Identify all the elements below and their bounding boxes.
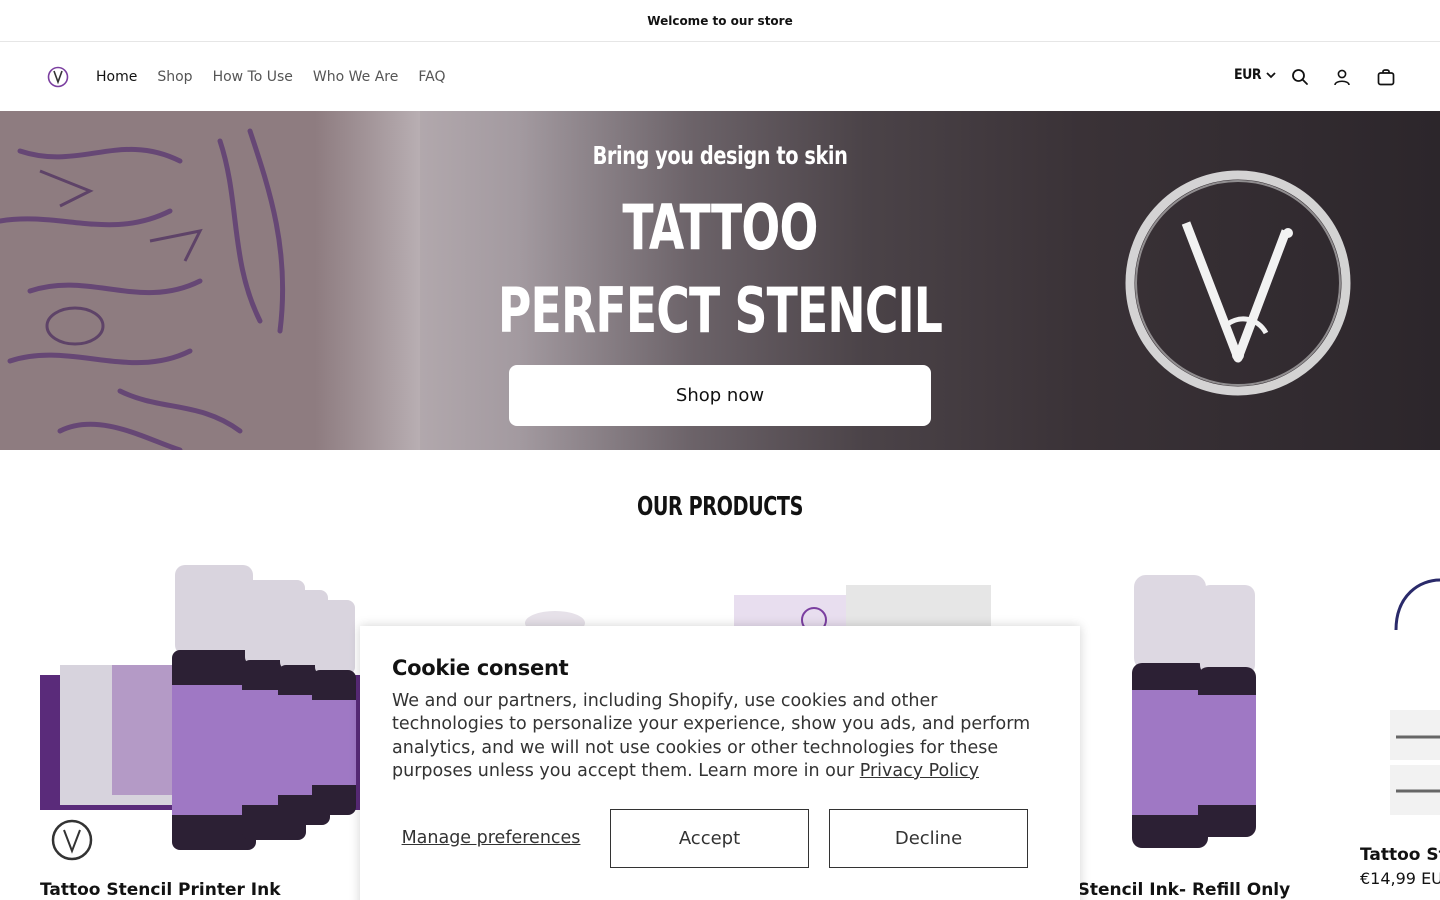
main-nav: Home Shop How To Use Who We Are FAQ bbox=[96, 43, 466, 111]
decline-button[interactable]: Decline bbox=[829, 809, 1028, 868]
nav-item-shop[interactable]: Shop bbox=[157, 69, 192, 85]
nav-item-home[interactable]: Home bbox=[96, 69, 137, 85]
product-name[interactable]: Tattoo Stencil Printer Ink bbox=[40, 880, 281, 900]
currency-label: EUR bbox=[1234, 67, 1262, 83]
currency-selector[interactable]: EUR bbox=[1234, 67, 1277, 83]
store-logo[interactable] bbox=[46, 65, 70, 89]
shop-now-button[interactable]: Shop now bbox=[509, 365, 931, 426]
site-header: Home Shop How To Use Who We Are FAQ EUR bbox=[0, 43, 1440, 111]
accept-button[interactable]: Accept bbox=[610, 809, 809, 868]
cart-icon bbox=[1377, 69, 1395, 86]
announcement-text: Welcome to our store bbox=[647, 13, 793, 28]
cookie-body: We and our partners, including Shopify, … bbox=[392, 690, 1052, 783]
manage-preferences-link[interactable]: Manage preferences bbox=[392, 809, 590, 867]
product-name[interactable]: o Stencil Ink- Refill Only bbox=[1060, 880, 1290, 900]
product-price: €14,99 EUR bbox=[1360, 869, 1440, 888]
search-button[interactable] bbox=[1288, 65, 1312, 89]
product-image bbox=[40, 565, 360, 861]
nav-item-how-to-use[interactable]: How To Use bbox=[213, 69, 293, 85]
brand-emblem bbox=[1125, 170, 1351, 396]
announcement-bar: Welcome to our store bbox=[0, 0, 1440, 42]
cookie-consent-dialog: Cookie consent We and our partners, incl… bbox=[360, 626, 1080, 900]
nav-item-faq[interactable]: FAQ bbox=[418, 69, 445, 85]
products-heading: OUR PRODUCTS bbox=[636, 492, 803, 522]
chevron-down-icon bbox=[1266, 72, 1276, 79]
search-icon bbox=[1292, 69, 1308, 85]
product-image bbox=[1132, 575, 1256, 848]
product-image bbox=[1390, 578, 1440, 815]
product-image bbox=[525, 611, 585, 635]
cookie-title: Cookie consent bbox=[392, 656, 569, 680]
account-icon bbox=[1334, 69, 1350, 86]
nav-item-who-we-are[interactable]: Who We Are bbox=[313, 69, 398, 85]
product-name[interactable]: Tattoo Ste bbox=[1360, 845, 1440, 865]
cart-button[interactable] bbox=[1374, 65, 1398, 89]
account-button[interactable] bbox=[1330, 65, 1354, 89]
privacy-policy-link[interactable]: Privacy Policy bbox=[860, 761, 979, 781]
hero-banner: Bring you design to skin TATTOO PERFECT … bbox=[0, 111, 1440, 450]
